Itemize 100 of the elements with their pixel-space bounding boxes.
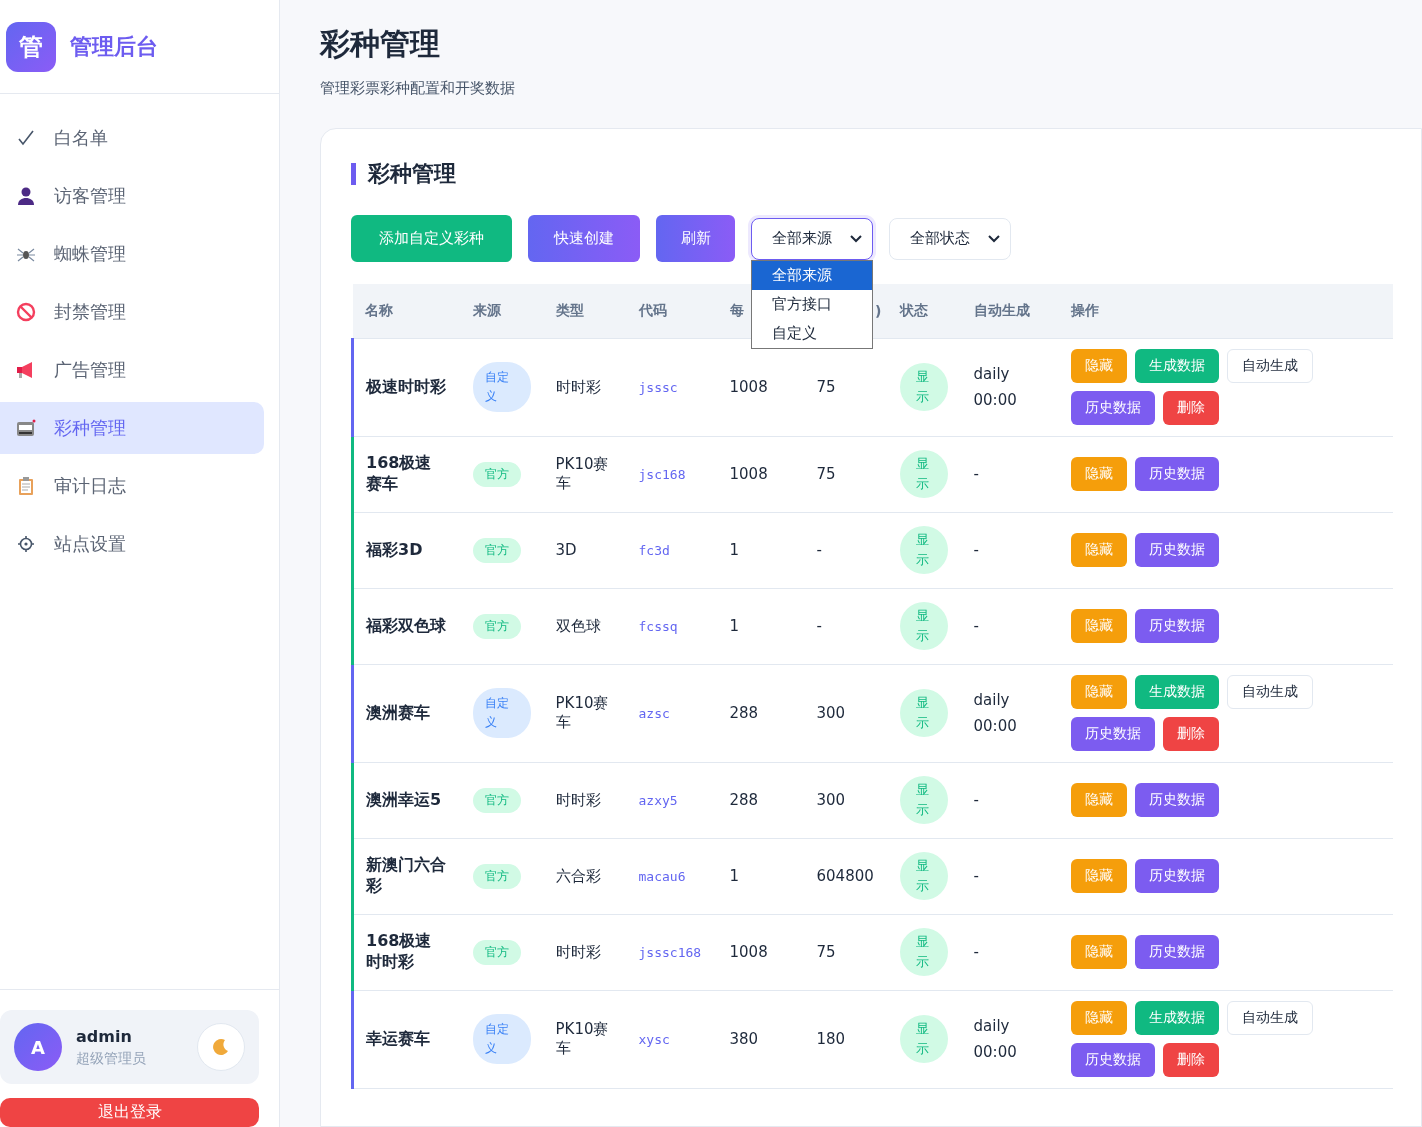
action-button[interactable]: 历史数据	[1070, 1043, 1155, 1077]
action-button[interactable]: 历史数据	[1134, 457, 1219, 491]
table-cell: 1	[729, 541, 740, 559]
sidebar-item[interactable]: 白名单	[0, 112, 264, 164]
action-button[interactable]: 历史数据	[1134, 935, 1219, 969]
action-button[interactable]: 历史数据	[1134, 859, 1219, 893]
dropdown-option[interactable]: 官方接口	[752, 289, 872, 319]
clipboard-icon	[16, 476, 36, 496]
avatar: A	[14, 1023, 62, 1072]
status-badge: 显示	[899, 689, 948, 737]
lottery-name: 福彩3D	[366, 539, 424, 561]
table-cell-text: -	[973, 540, 980, 561]
table-cell: 380	[729, 1030, 759, 1048]
table-cell: 1	[729, 867, 740, 885]
table-cell-text: -	[973, 464, 980, 485]
page-title: 彩种管理	[320, 25, 441, 63]
action-button[interactable]: 自动生成	[1226, 349, 1313, 383]
code-text: jsssc	[638, 380, 678, 395]
logo: 管	[6, 21, 56, 72]
card-title: 彩种管理	[351, 163, 1391, 185]
slot-machine-icon	[16, 418, 36, 438]
action-button[interactable]: 历史数据	[1070, 717, 1155, 751]
table-cell: 300	[816, 791, 846, 809]
toolbar-button[interactable]: 快速创建	[528, 215, 640, 262]
sidebar-item[interactable]: 广告管理	[0, 344, 264, 396]
column-header: 类型	[555, 301, 584, 318]
table-cell-text: 双色球	[555, 616, 602, 636]
code-text: fc3d	[638, 543, 670, 558]
toolbar-button[interactable]: 添加自定义彩种	[351, 215, 512, 262]
column-header: 代码	[638, 301, 667, 318]
table-cell: 180	[816, 1030, 846, 1048]
status-select[interactable]: 全部状态	[889, 217, 1011, 260]
source-badge: 官方	[472, 461, 521, 487]
source-badge: 官方	[472, 613, 521, 639]
source-badge: 自定义	[472, 362, 531, 412]
sidebar-item[interactable]: 封禁管理	[0, 286, 264, 338]
status-badge: 显示	[899, 363, 948, 411]
column-header: 来源	[472, 301, 501, 318]
lottery-name: 澳洲幸运5	[366, 789, 443, 811]
sidebar-item[interactable]: 审计日志	[0, 460, 264, 512]
action-button[interactable]: 自动生成	[1226, 675, 1313, 709]
source-badge: 官方	[472, 787, 521, 813]
table-cell-text: 时时彩	[555, 790, 602, 810]
code-text: azsc	[638, 706, 670, 721]
action-button[interactable]: 自动生成	[1226, 1001, 1313, 1035]
table-cell-text: daily 00:00	[973, 1016, 1018, 1063]
column-header: 名称	[364, 301, 393, 318]
table-cell-text: -	[973, 616, 980, 637]
sidebar-item[interactable]: 站点设置	[0, 518, 264, 570]
lottery-name: 澳洲赛车	[366, 702, 431, 724]
table-cell-text: PK10赛车	[555, 1020, 610, 1058]
sidebar-item[interactable]: 彩种管理	[0, 402, 264, 454]
page-subtitle: 管理彩票彩种配置和开奖数据	[320, 79, 516, 98]
table-cell: -	[816, 541, 822, 559]
status-badge: 显示	[899, 526, 948, 574]
action-button[interactable]: 历史数据	[1070, 391, 1155, 425]
ban-icon	[16, 302, 36, 322]
table-cell: 1008	[729, 378, 768, 396]
table-cell: 1	[729, 617, 740, 635]
table-cell-text: 六合彩	[555, 866, 602, 886]
dropdown-option[interactable]: 自定义	[752, 318, 872, 348]
dropdown-option[interactable]: 全部来源	[752, 260, 872, 290]
table-cell: 75	[816, 378, 836, 396]
sidebar-item[interactable]: 访客管理	[0, 170, 264, 222]
action-button[interactable]: 历史数据	[1134, 533, 1219, 567]
action-button[interactable]: 删除	[1162, 717, 1219, 751]
action-button[interactable]: 历史数据	[1134, 783, 1219, 817]
status-badge: 显示	[899, 928, 948, 976]
table-cell: -	[816, 617, 822, 635]
code-text: jsc168	[638, 467, 686, 482]
action-button[interactable]: 历史数据	[1134, 609, 1219, 643]
source-badge: 官方	[472, 537, 521, 563]
source-badge: 官方	[472, 939, 521, 965]
lottery-name: 福彩双色球	[366, 615, 446, 637]
lottery-name: 极速时时彩	[366, 376, 446, 398]
source-badge: 官方	[472, 863, 521, 889]
table-cell-text: -	[973, 942, 980, 963]
theme-toggle[interactable]	[197, 1023, 245, 1072]
table-cell: 75	[816, 465, 836, 483]
table-cell-text: PK10赛车	[555, 694, 610, 732]
action-button[interactable]: 生成数据	[1134, 675, 1219, 709]
action-button[interactable]: 删除	[1162, 391, 1219, 425]
source-select[interactable]: 全部来源	[751, 217, 873, 260]
action-button[interactable]: 生成数据	[1134, 349, 1219, 383]
logout-button[interactable]: 退出登录	[0, 1098, 259, 1127]
caret-icon	[850, 234, 862, 243]
action-button[interactable]: 删除	[1162, 1043, 1219, 1077]
action-button[interactable]: 生成数据	[1134, 1001, 1219, 1035]
person-icon	[16, 186, 36, 206]
brand-title: 管理后台	[70, 32, 158, 61]
sidebar-item[interactable]: 蜘蛛管理	[0, 228, 264, 280]
user-role: 超级管理员	[76, 1049, 147, 1068]
table-cell: 1008	[729, 943, 768, 961]
table-cell: 75	[816, 943, 836, 961]
source-badge: 自定义	[472, 688, 531, 738]
column-header: 每	[729, 301, 744, 318]
table-cell-text: 时时彩	[555, 377, 602, 397]
status-badge: 显示	[899, 1015, 948, 1063]
toolbar-button[interactable]: 刷新	[656, 215, 735, 262]
code-text: xysc	[638, 1032, 670, 1047]
